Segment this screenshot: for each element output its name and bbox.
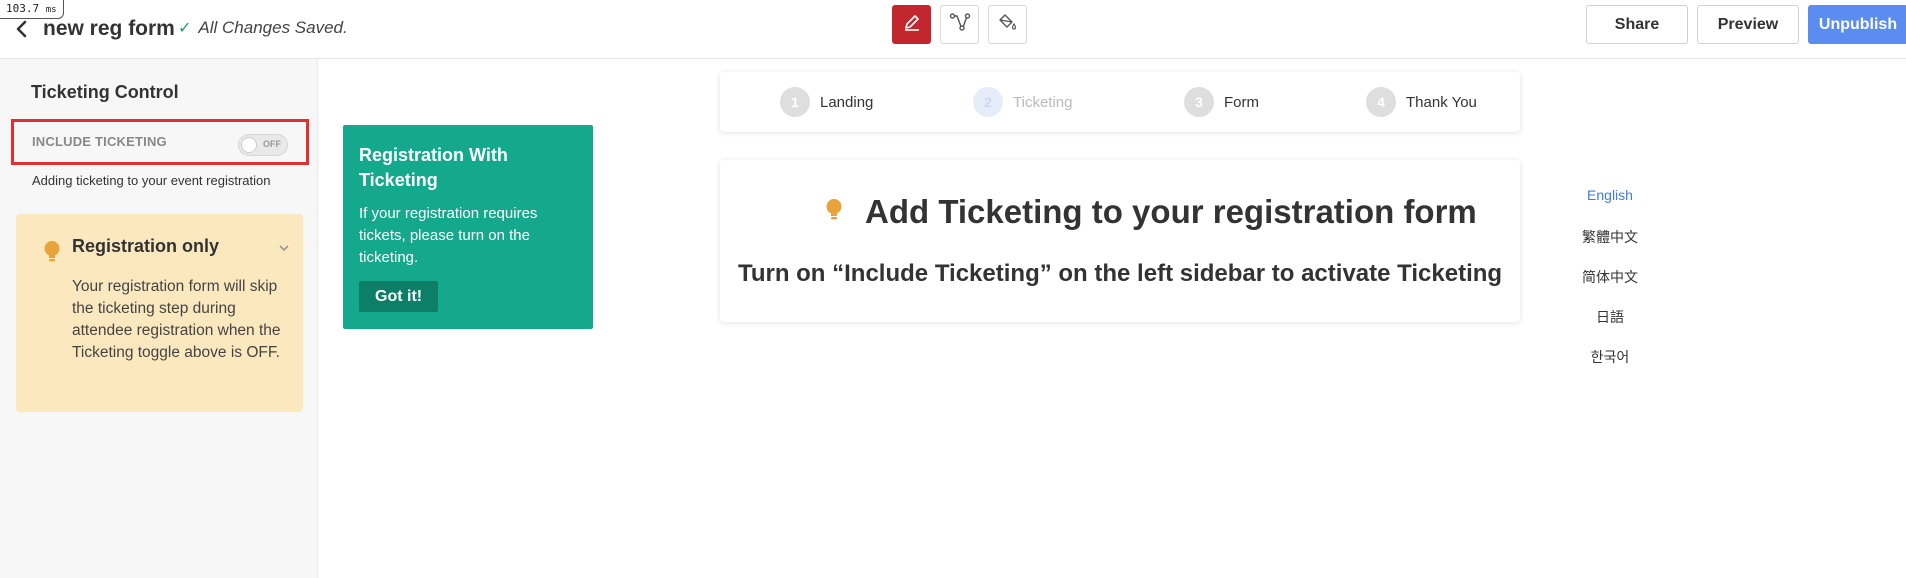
- flow-icon: [949, 12, 971, 37]
- ticketing-info-panel: Add Ticketing to your registration form …: [720, 160, 1520, 322]
- back-chevron-icon[interactable]: [14, 18, 30, 40]
- paint-bucket-icon: [997, 12, 1019, 37]
- unpublish-button[interactable]: Unpublish: [1808, 5, 1906, 44]
- toggle-knob: [241, 137, 257, 153]
- step-thank-you[interactable]: 4 Thank You: [1366, 87, 1477, 117]
- sidebar-title: Ticketing Control: [31, 82, 179, 102]
- edit-mode-button[interactable]: [892, 5, 931, 44]
- step-label: Thank You: [1406, 93, 1477, 111]
- render-time-value: 103.7: [6, 2, 40, 15]
- language-japanese[interactable]: 日語: [1550, 307, 1670, 327]
- registration-only-body: Your registration form will skip the tic…: [72, 278, 281, 361]
- panel-heading: Add Ticketing to your registration form: [825, 193, 1477, 231]
- ticketing-tip-card: Registration With Ticketing If your regi…: [343, 125, 593, 329]
- toggle-state-text: OFF: [263, 139, 281, 149]
- step-number: 3: [1184, 87, 1214, 117]
- include-ticketing-description: Adding ticketing to your event registrat…: [32, 173, 271, 188]
- ticketing-sidebar: Ticketing Control INCLUDE TICKETING OFF …: [0, 59, 318, 578]
- chevron-down-icon[interactable]: [278, 240, 290, 258]
- got-it-button[interactable]: Got it!: [359, 281, 439, 312]
- step-number: 1: [780, 87, 810, 117]
- registration-only-card: Registration only Your registration form…: [16, 214, 303, 412]
- check-icon: ✓: [178, 20, 192, 37]
- theme-mode-button[interactable]: [988, 5, 1027, 44]
- panel-heading-text: Add Ticketing to your registration form: [865, 193, 1477, 230]
- flow-mode-button[interactable]: [940, 5, 979, 44]
- preview-button[interactable]: Preview: [1697, 5, 1799, 44]
- save-status: ✓ All Changes Saved.: [178, 18, 348, 38]
- language-korean[interactable]: 한국어: [1550, 347, 1670, 367]
- render-time-badge: 103.7 ms: [0, 0, 64, 19]
- step-number: 4: [1366, 87, 1396, 117]
- language-traditional-chinese[interactable]: 繁體中文: [1550, 227, 1670, 247]
- step-ticketing[interactable]: 2 Ticketing: [973, 87, 1072, 117]
- include-ticketing-toggle[interactable]: OFF: [238, 134, 288, 156]
- share-button[interactable]: Share: [1586, 5, 1688, 44]
- language-english[interactable]: English: [1550, 187, 1670, 203]
- include-ticketing-label: INCLUDE TICKETING: [32, 134, 167, 149]
- form-title: new reg form: [43, 17, 175, 40]
- step-label: Ticketing: [1013, 93, 1073, 111]
- step-label: Landing: [820, 93, 874, 111]
- step-label: Form: [1224, 93, 1259, 111]
- render-time-unit: ms: [45, 5, 57, 15]
- pencil-icon: [902, 12, 922, 37]
- registration-steps: 1 Landing 2 Ticketing 3 Form 4 Thank You: [720, 72, 1520, 132]
- save-status-text: All Changes Saved.: [198, 18, 348, 37]
- top-bar: new reg form ✓ All Changes Saved. Share …: [0, 0, 1906, 59]
- tip-body: If your registration requires tickets, p…: [359, 205, 538, 266]
- panel-subheading: Turn on “Include Ticketing” on the left …: [737, 260, 1503, 287]
- lightbulb-icon: [43, 240, 61, 269]
- registration-only-title: Registration only: [72, 236, 220, 256]
- tip-title: Registration With Ticketing: [359, 145, 508, 190]
- step-landing[interactable]: 1 Landing: [780, 87, 873, 117]
- step-number: 2: [973, 87, 1003, 117]
- lightbulb-icon: [825, 198, 843, 227]
- language-simplified-chinese[interactable]: 简体中文: [1550, 267, 1670, 287]
- step-form[interactable]: 3 Form: [1184, 87, 1259, 117]
